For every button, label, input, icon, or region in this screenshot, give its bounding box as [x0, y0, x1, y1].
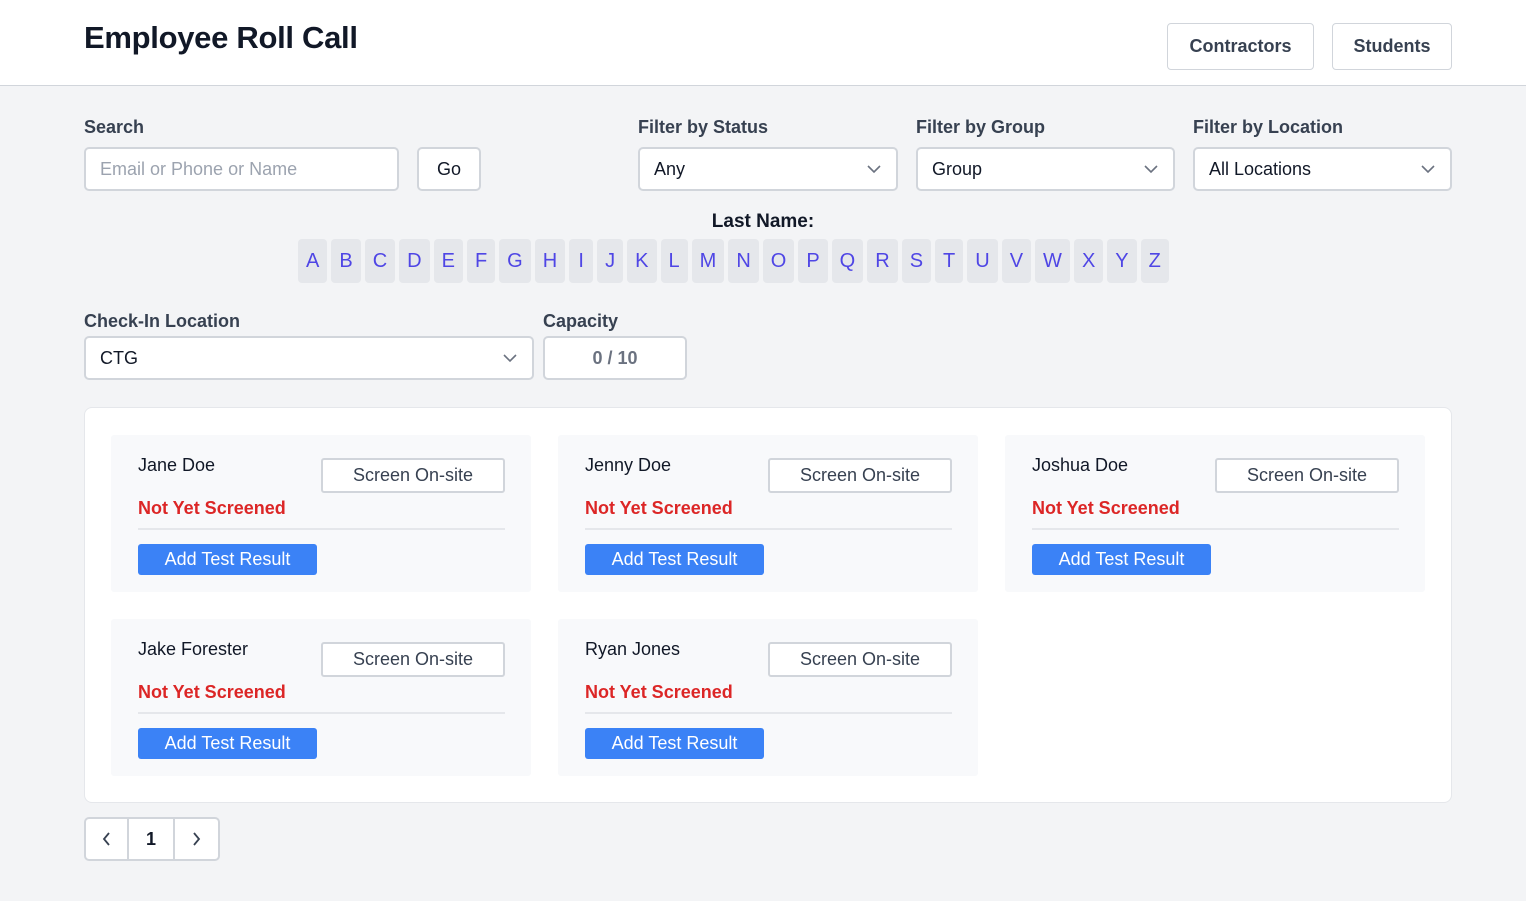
- add-test-result-button[interactable]: Add Test Result: [138, 728, 317, 759]
- chevron-down-icon: [1420, 161, 1436, 177]
- screen-onsite-button[interactable]: Screen On-site: [321, 642, 505, 677]
- students-button[interactable]: Students: [1332, 23, 1452, 70]
- previous-page-button[interactable]: [86, 819, 129, 859]
- location-filter-value: All Locations: [1209, 158, 1312, 179]
- last-name-letter-j[interactable]: J: [597, 239, 624, 283]
- last-name-letter-s[interactable]: S: [901, 239, 932, 283]
- group-filter-label: Filter by Group: [916, 117, 1046, 137]
- card-divider: [585, 528, 952, 530]
- last-name-letter-r[interactable]: R: [867, 239, 898, 283]
- capacity-value: 0 / 10: [543, 336, 687, 380]
- group-filter-select[interactable]: Group: [916, 147, 1175, 191]
- next-page-button[interactable]: [175, 819, 218, 859]
- pagination: 1: [84, 817, 220, 861]
- contractors-button[interactable]: Contractors: [1167, 23, 1314, 70]
- location-filter-label: Filter by Location: [1193, 117, 1344, 137]
- last-name-letter-z[interactable]: Z: [1140, 239, 1169, 283]
- employee-name: Ryan Jones: [585, 639, 681, 659]
- go-button[interactable]: Go: [417, 147, 481, 191]
- add-test-result-button[interactable]: Add Test Result: [1032, 544, 1211, 575]
- last-name-letter-a[interactable]: A: [298, 239, 328, 283]
- employee-card: Jake Forester Screen On-site Not Yet Scree…: [111, 619, 531, 776]
- last-name-letter-o[interactable]: O: [762, 239, 795, 283]
- last-name-letter-n[interactable]: N: [728, 239, 759, 283]
- chevron-down-icon: [502, 350, 518, 366]
- card-divider: [138, 712, 505, 714]
- group-filter-value: Group: [932, 158, 983, 179]
- screening-status: Not Yet Screened: [138, 498, 286, 518]
- add-test-result-button[interactable]: Add Test Result: [138, 544, 317, 575]
- last-name-letter-h[interactable]: H: [534, 239, 566, 283]
- last-name-letter-i[interactable]: I: [569, 239, 594, 283]
- checkin-location-select[interactable]: CTG: [84, 336, 534, 380]
- checkin-location-value: CTG: [100, 347, 138, 368]
- last-name-letter-k[interactable]: K: [627, 239, 657, 283]
- screen-onsite-button[interactable]: Screen On-site: [768, 642, 952, 677]
- search-label: Search: [84, 117, 145, 137]
- last-name-label: Last Name:: [711, 211, 815, 232]
- status-filter-value: Any: [654, 158, 686, 179]
- last-name-letter-bar: ABCDEFGHIJKLMNOPQRSTUVWXYZ: [298, 239, 1169, 283]
- screen-onsite-button[interactable]: Screen On-site: [1215, 458, 1399, 493]
- status-filter-label: Filter by Status: [638, 117, 769, 137]
- screening-status: Not Yet Screened: [138, 682, 286, 702]
- employee-name: Jane Doe: [138, 455, 216, 475]
- last-name-letter-t[interactable]: T: [935, 239, 964, 283]
- last-name-letter-g[interactable]: G: [499, 239, 531, 283]
- employee-card: Jane Doe Screen On-site Not Yet Screened Ad…: [111, 435, 531, 592]
- last-name-letter-b[interactable]: B: [331, 239, 361, 283]
- top-header: Employee Roll Call Contractors Students: [0, 0, 1526, 86]
- capacity-label: Capacity: [543, 311, 619, 331]
- card-divider: [585, 712, 952, 714]
- employee-name: Jake Forester: [138, 639, 249, 659]
- screen-onsite-button[interactable]: Screen On-site: [321, 458, 505, 493]
- last-name-letter-v[interactable]: V: [1001, 239, 1032, 283]
- page-title: Employee Roll Call: [84, 20, 358, 55]
- last-name-letter-d[interactable]: D: [399, 239, 430, 283]
- chevron-left-icon: [102, 832, 110, 846]
- last-name-letter-f[interactable]: F: [466, 239, 496, 283]
- last-name-letter-u[interactable]: U: [967, 239, 998, 283]
- status-filter-select[interactable]: Any: [638, 147, 898, 191]
- card-divider: [138, 528, 505, 530]
- screening-status: Not Yet Screened: [585, 682, 733, 702]
- last-name-letter-l[interactable]: L: [660, 239, 688, 283]
- last-name-letter-y[interactable]: Y: [1107, 239, 1137, 283]
- employee-card: Ryan Jones Screen On-site Not Yet Screened…: [558, 619, 978, 776]
- chevron-right-icon: [193, 832, 201, 846]
- last-name-letter-q[interactable]: Q: [831, 239, 864, 283]
- location-filter-select[interactable]: All Locations: [1193, 147, 1452, 191]
- screen-onsite-button[interactable]: Screen On-site: [768, 458, 952, 493]
- employee-card: Joshua Doe Screen On-site Not Yet Screened…: [1005, 435, 1425, 592]
- last-name-letter-c[interactable]: C: [364, 239, 396, 283]
- page-number-button[interactable]: 1: [129, 819, 175, 859]
- chevron-down-icon: [866, 161, 882, 177]
- search-input[interactable]: [84, 147, 399, 191]
- last-name-letter-p[interactable]: P: [798, 239, 828, 283]
- last-name-letter-m[interactable]: M: [691, 239, 725, 283]
- employee-name: Joshua Doe: [1032, 455, 1129, 475]
- add-test-result-button[interactable]: Add Test Result: [585, 728, 764, 759]
- last-name-letter-w[interactable]: W: [1035, 239, 1070, 283]
- card-divider: [1032, 528, 1399, 530]
- employee-card-panel: Jane Doe Screen On-site Not Yet Screened Ad…: [84, 407, 1452, 803]
- screening-status: Not Yet Screened: [585, 498, 733, 518]
- employee-card: Jenny Doe Screen On-site Not Yet Screened A…: [558, 435, 978, 592]
- employee-name: Jenny Doe: [585, 455, 672, 475]
- chevron-down-icon: [1143, 161, 1159, 177]
- add-test-result-button[interactable]: Add Test Result: [585, 544, 764, 575]
- screening-status: Not Yet Screened: [1032, 498, 1180, 518]
- checkin-location-label: Check-In Location: [84, 311, 241, 331]
- last-name-letter-e[interactable]: E: [433, 239, 463, 283]
- last-name-letter-x[interactable]: X: [1073, 239, 1104, 283]
